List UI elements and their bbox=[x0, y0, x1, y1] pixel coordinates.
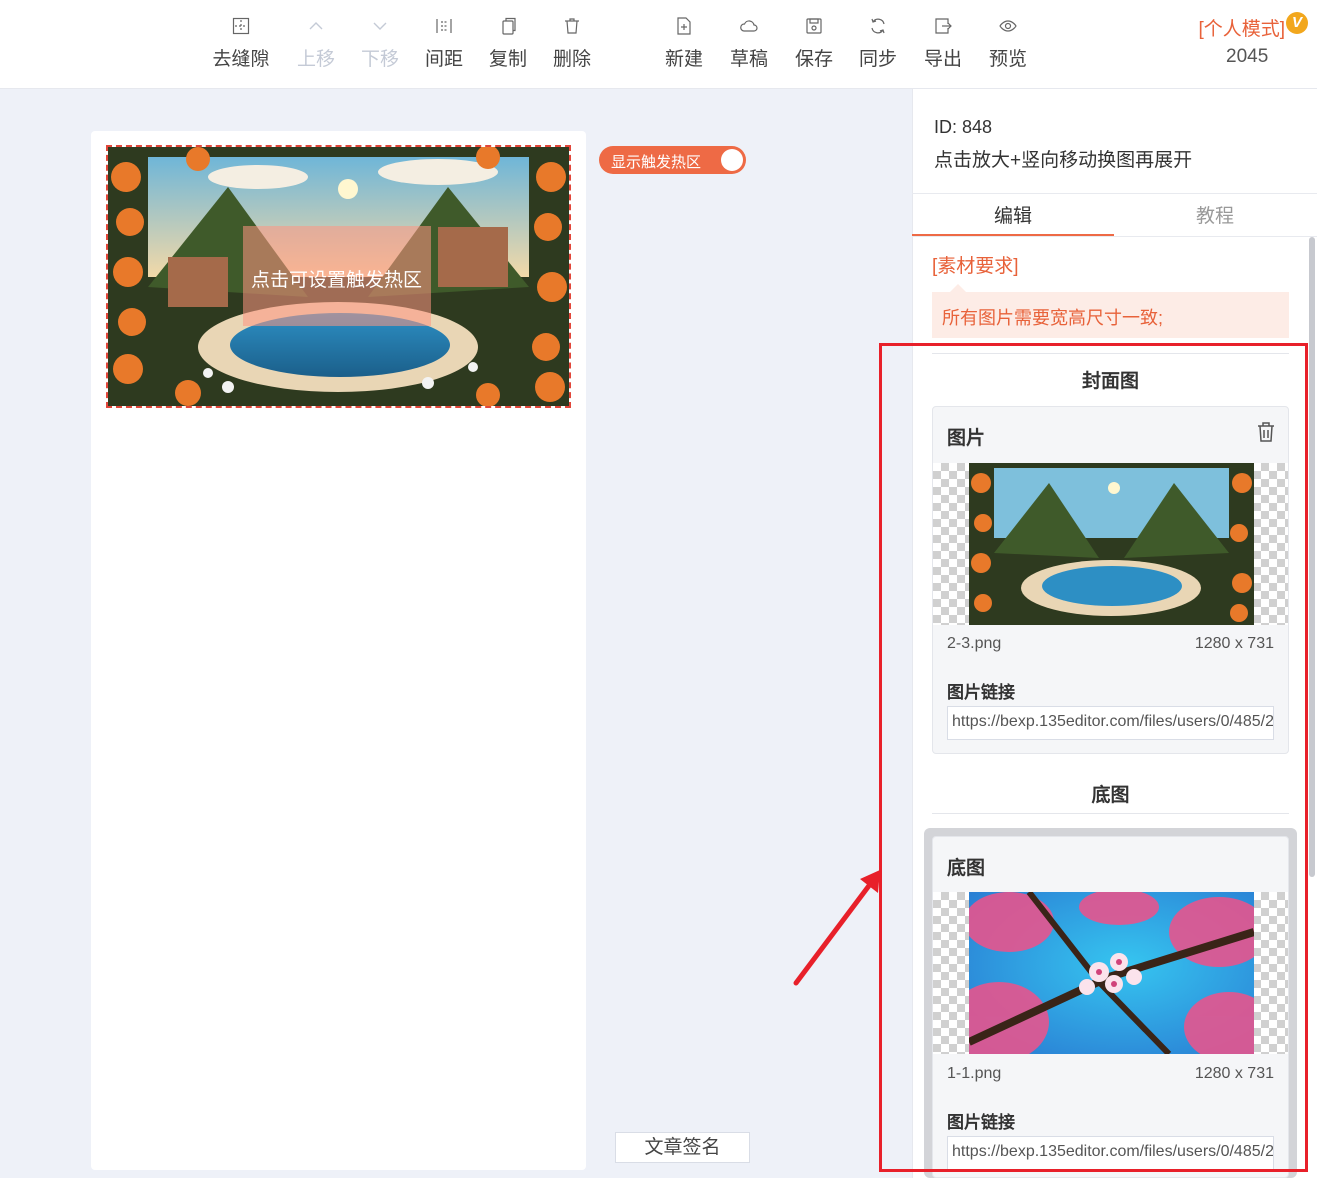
toolbar-label: 新建 bbox=[664, 49, 703, 70]
remove-gap-button[interactable]: 去缝隙 bbox=[211, 14, 271, 74]
sync-icon bbox=[871, 18, 885, 34]
panel-scrollbar[interactable] bbox=[1309, 237, 1315, 877]
points-count: 2045 bbox=[1226, 46, 1269, 67]
new-button[interactable]: 新建 bbox=[654, 14, 714, 74]
copy-icon bbox=[502, 17, 516, 35]
move-down-button[interactable]: 下移 bbox=[350, 14, 410, 74]
export-button[interactable]: 导出 bbox=[913, 14, 973, 74]
toolbar-label: 同步 bbox=[858, 49, 897, 70]
show-hotzone-toggle[interactable]: 显示触发热区 bbox=[599, 146, 746, 174]
eye-icon bbox=[999, 20, 1017, 32]
divider bbox=[912, 193, 1317, 194]
hotzone-label: 点击可设置触发热区 bbox=[251, 270, 423, 291]
sync-button[interactable]: 同步 bbox=[848, 14, 908, 74]
personal-mode-link[interactable]: [个人模式] bbox=[1198, 14, 1285, 41]
toolbar-label: 上移 bbox=[296, 49, 335, 70]
vip-badge-icon: V bbox=[1286, 12, 1308, 34]
requirements-note: 所有图片需要宽高尺寸一致; bbox=[932, 292, 1289, 338]
draft-button[interactable]: 草稿 bbox=[719, 14, 779, 74]
tab-edit[interactable]: 编辑 bbox=[912, 201, 1114, 228]
article-signature-button[interactable]: 文章签名 bbox=[615, 1132, 750, 1163]
annotation-arrow-icon bbox=[793, 870, 880, 986]
spacing-icon bbox=[436, 19, 452, 33]
move-up-button[interactable]: 上移 bbox=[286, 14, 346, 74]
spacing-button[interactable]: 间距 bbox=[414, 14, 474, 74]
copy-button[interactable]: 复制 bbox=[478, 14, 538, 74]
template-id: ID: 848 bbox=[934, 117, 993, 137]
toolbar-label: 导出 bbox=[923, 49, 962, 70]
new-file-icon bbox=[677, 17, 691, 35]
toggle-label: 显示触发热区 bbox=[611, 154, 702, 171]
toolbar-label: 复制 bbox=[488, 49, 527, 70]
export-icon bbox=[935, 18, 952, 34]
save-button[interactable]: 保存 bbox=[784, 14, 844, 74]
tab-tutorial[interactable]: 教程 bbox=[1114, 201, 1316, 228]
template-description: 点击放大+竖向移动换图再展开 bbox=[934, 150, 1193, 171]
toolbar-label: 删除 bbox=[552, 49, 591, 70]
toolbar-label: 草稿 bbox=[729, 49, 768, 70]
toolbar-label: 保存 bbox=[794, 49, 833, 70]
requirements-text: 所有图片需要宽高尺寸一致; bbox=[942, 308, 1163, 328]
requirements-title: [素材要求] bbox=[932, 256, 1019, 277]
trash-icon bbox=[565, 18, 579, 34]
delete-button[interactable]: 删除 bbox=[542, 14, 602, 74]
dashed-grid-icon bbox=[232, 17, 250, 35]
toolbar-label: 下移 bbox=[360, 49, 399, 70]
toolbar-label: 间距 bbox=[424, 49, 463, 70]
requirements-caret bbox=[950, 284, 966, 292]
chevron-down-icon bbox=[373, 22, 387, 30]
save-icon bbox=[806, 18, 822, 34]
preview-button[interactable]: 预览 bbox=[978, 14, 1038, 74]
divider bbox=[912, 236, 1317, 237]
toolbar-label: 预览 bbox=[988, 49, 1027, 70]
toggle-knob bbox=[721, 149, 743, 171]
chevron-up-icon bbox=[309, 22, 323, 30]
cloud-icon bbox=[740, 20, 758, 32]
toolbar-label: 去缝隙 bbox=[212, 49, 270, 70]
annotation-highlight-box bbox=[879, 343, 1308, 1172]
